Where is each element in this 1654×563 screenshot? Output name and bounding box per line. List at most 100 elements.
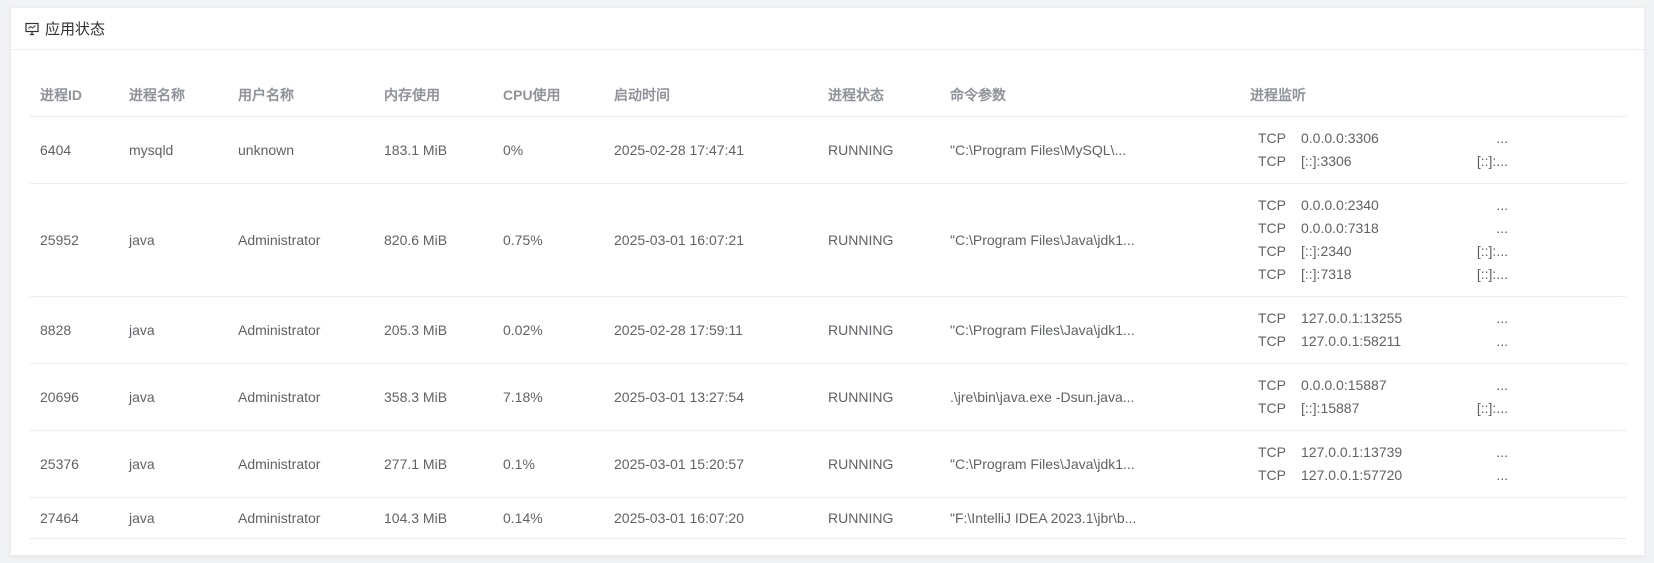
cell-user-name: Administrator	[228, 363, 374, 431]
panel-title: 应用状态	[45, 21, 106, 38]
cell-memory: 104.3 MiB	[374, 497, 493, 539]
listen-remote-address: ...	[1496, 333, 1508, 349]
listen-entry: TCP 0.0.0.0:2340...	[1258, 194, 1626, 217]
col-header-process-name[interactable]: 进程名称	[119, 74, 228, 117]
listen-remote-address: ...	[1496, 467, 1508, 483]
cell-process-name: java	[119, 183, 228, 297]
cell-memory: 205.3 MiB	[374, 296, 493, 364]
cell-start-time: 2025-03-01 16:07:20	[604, 497, 818, 539]
cell-cpu: 0.1%	[493, 430, 604, 498]
listen-local-address: 0.0.0.0:3306	[1301, 130, 1379, 146]
listen-protocol: TCP	[1258, 266, 1286, 282]
cell-user-name: Administrator	[228, 183, 374, 297]
col-header-cpu[interactable]: CPU使用	[493, 74, 604, 117]
table-row[interactable]: 8828 java Administrator 205.3 MiB 0.02% 2025-…	[30, 296, 1626, 364]
col-header-listen[interactable]: 进程监听	[1240, 74, 1626, 117]
col-header-pid[interactable]: 进程ID	[30, 74, 119, 117]
table-header-row: 进程ID 进程名称 用户名称 内存使用 CPU使用 启动时间 进程状态 命令参数…	[30, 74, 1626, 117]
cell-pid: 27464	[30, 497, 119, 539]
listen-remote-address: ...	[1496, 444, 1508, 460]
cell-process-name: java	[119, 363, 228, 431]
cell-cpu: 0.14%	[493, 497, 604, 539]
cell-user-name: Administrator	[228, 430, 374, 498]
listen-local-address: 127.0.0.1:13255	[1301, 310, 1403, 326]
listen-remote-address: ...	[1496, 310, 1508, 326]
listen-entry: TCP [::]:15887 [::]:...	[1258, 397, 1626, 420]
table-row[interactable]: 6404 mysqld unknown 183.1 MiB 0% 2025-02-28 1…	[30, 116, 1626, 184]
cell-command: "C:\Program Files\Java\jdk1...	[940, 296, 1240, 364]
listen-protocol: TCP	[1258, 400, 1286, 416]
cell-cpu: 0%	[493, 116, 604, 184]
listen-entry: TCP 127.0.0.1:13739...	[1258, 441, 1626, 464]
cell-user-name: Administrator	[228, 296, 374, 364]
listen-remote-address: ...	[1496, 220, 1508, 236]
cell-cpu: 7.18%	[493, 363, 604, 431]
cell-pid: 20696	[30, 363, 119, 431]
listen-entry: TCP [::]:3306 [::]:...	[1258, 150, 1626, 173]
col-header-start-time[interactable]: 启动时间	[604, 74, 818, 117]
panel-header: 应用状态	[11, 8, 1644, 50]
listen-protocol: TCP	[1258, 310, 1286, 326]
listen-remote-address: ...	[1496, 377, 1508, 393]
table-row[interactable]: 20696 java Administrator 358.3 MiB 7.18% 2025…	[30, 363, 1626, 431]
cell-pid: 25376	[30, 430, 119, 498]
cell-memory: 820.6 MiB	[374, 183, 493, 297]
cell-listen: TCP 0.0.0.0:15887... TCP [::]:15887 [::]:...	[1240, 363, 1626, 431]
cell-pid: 25952	[30, 183, 119, 297]
cell-user-name: unknown	[228, 116, 374, 184]
listen-protocol: TCP	[1258, 243, 1286, 259]
listen-local-address: 127.0.0.1:58211	[1301, 333, 1402, 349]
listen-entry: TCP [::]:7318 [::]:...	[1258, 263, 1626, 286]
cell-start-time: 2025-03-01 13:27:54	[604, 363, 818, 431]
listen-local-address: 127.0.0.1:13739	[1301, 444, 1403, 460]
listen-entry: TCP 0.0.0.0:7318...	[1258, 217, 1626, 240]
cell-process-name: java	[119, 497, 228, 539]
cell-start-time: 2025-02-28 17:59:11	[604, 296, 818, 364]
app-status-panel: 应用状态 进程ID 进程名称 用户名称 内存使用 CPU使用 启动时间 进程状态…	[10, 7, 1645, 556]
listen-protocol: TCP	[1258, 153, 1286, 169]
cell-memory: 277.1 MiB	[374, 430, 493, 498]
listen-entry: TCP 0.0.0.0:3306...	[1258, 127, 1626, 150]
cell-listen: TCP 127.0.0.1:13255... TCP 127.0.0.1:58211.…	[1240, 296, 1626, 364]
cell-process-name: java	[119, 296, 228, 364]
col-header-memory[interactable]: 内存使用	[374, 74, 493, 117]
cell-status: RUNNING	[818, 116, 940, 184]
cell-cpu: 0.02%	[493, 296, 604, 364]
listen-protocol: TCP	[1258, 220, 1286, 236]
cell-status: RUNNING	[818, 296, 940, 364]
cell-process-name: java	[119, 430, 228, 498]
listen-protocol: TCP	[1258, 333, 1286, 349]
cell-listen	[1240, 497, 1626, 539]
listen-remote-address: [::]:...	[1476, 400, 1508, 416]
col-header-user-name[interactable]: 用户名称	[228, 74, 374, 117]
cell-status: RUNNING	[818, 430, 940, 498]
cell-command: "C:\Program Files\Java\jdk1...	[940, 430, 1240, 498]
listen-protocol: TCP	[1258, 377, 1286, 393]
cell-command: "C:\Program Files\MySQL\...	[940, 116, 1240, 184]
listen-local-address: [::]:3306	[1301, 153, 1352, 169]
listen-remote-address: [::]:...	[1476, 266, 1508, 282]
col-header-command[interactable]: 命令参数	[940, 74, 1240, 117]
listen-remote-address: ...	[1496, 197, 1508, 213]
listen-local-address: 0.0.0.0:15887	[1301, 377, 1387, 393]
listen-entry: TCP 127.0.0.1:13255...	[1258, 307, 1626, 330]
listen-protocol: TCP	[1258, 130, 1286, 146]
cell-start-time: 2025-02-28 17:47:41	[604, 116, 818, 184]
cell-cpu: 0.75%	[493, 183, 604, 297]
col-header-status[interactable]: 进程状态	[818, 74, 940, 117]
listen-remote-address: [::]:...	[1476, 243, 1508, 259]
listen-remote-address: [::]:...	[1476, 153, 1508, 169]
cell-user-name: Administrator	[228, 497, 374, 539]
table-row[interactable]: 25376 java Administrator 277.1 MiB 0.1% 2025-…	[30, 430, 1626, 498]
cell-start-time: 2025-03-01 15:20:57	[604, 430, 818, 498]
listen-local-address: [::]:15887	[1301, 400, 1360, 416]
table-row[interactable]: 27464 java Administrator 104.3 MiB 0.14% 2025…	[30, 497, 1626, 539]
listen-entry: TCP 127.0.0.1:57720...	[1258, 464, 1626, 487]
table-row[interactable]: 25952 java Administrator 820.6 MiB 0.75% 2025…	[30, 183, 1626, 297]
cell-status: RUNNING	[818, 363, 940, 431]
cell-memory: 183.1 MiB	[374, 116, 493, 184]
cell-memory: 358.3 MiB	[374, 363, 493, 431]
listen-protocol: TCP	[1258, 197, 1286, 213]
listen-local-address: [::]:7318	[1301, 266, 1352, 282]
listen-protocol: TCP	[1258, 444, 1286, 460]
